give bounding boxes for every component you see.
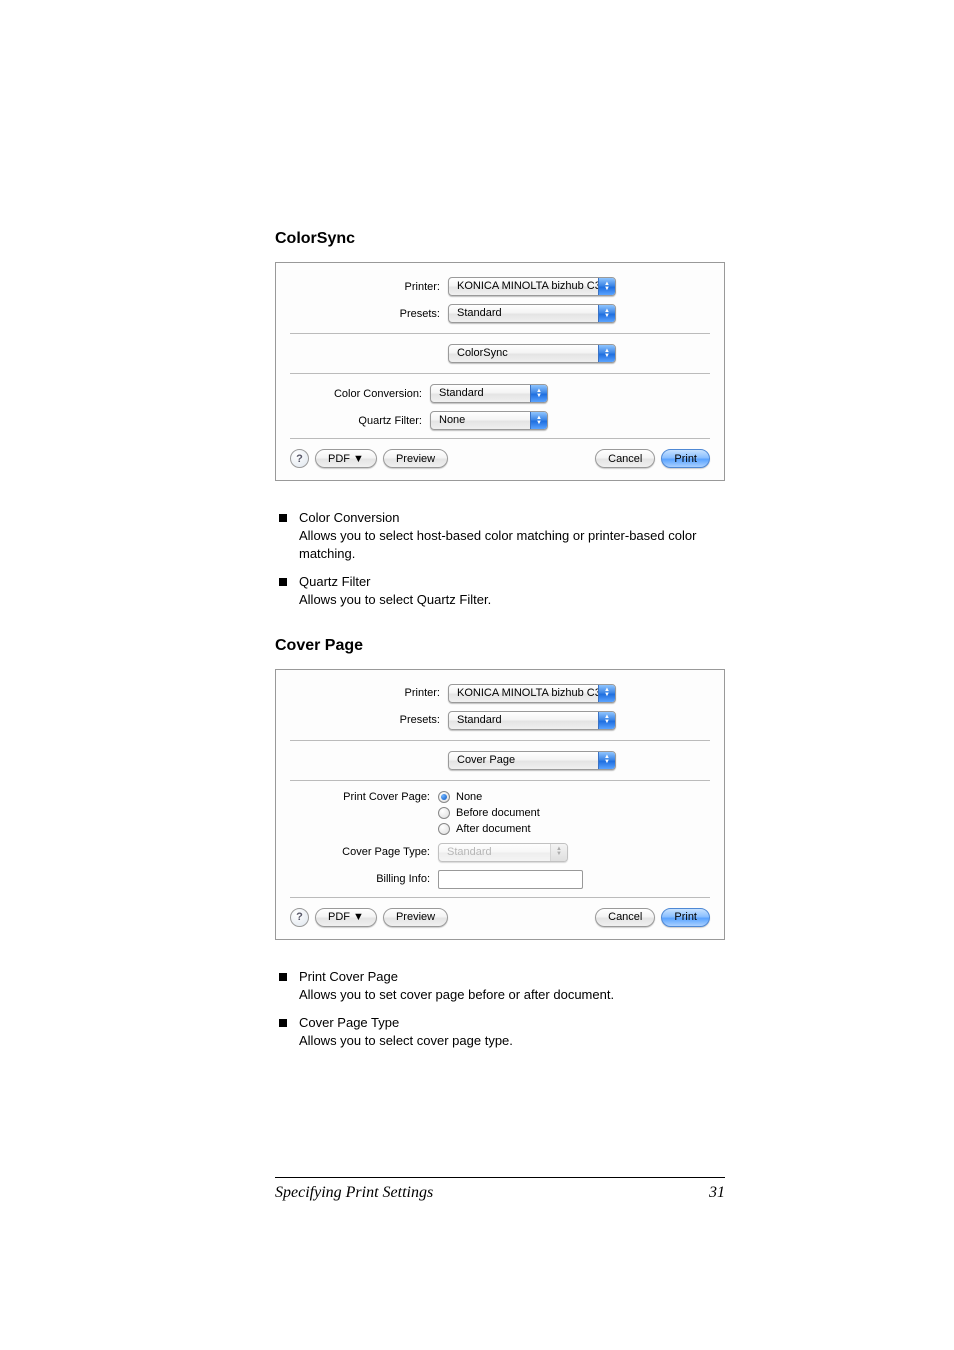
list-item: Quartz Filter Allows you to select Quart… — [279, 573, 725, 609]
billing-info-input[interactable] — [438, 870, 583, 889]
print-button[interactable]: Print — [661, 449, 710, 468]
label-quartz-filter: Quartz Filter: — [290, 415, 430, 427]
radio-before-document[interactable]: Before document — [438, 807, 540, 819]
chevron-updown-icon: ▲▼ — [530, 412, 547, 429]
quartz-filter-select[interactable]: None ▲▼ — [430, 411, 548, 430]
pane-select[interactable]: Cover Page ▲▼ — [448, 751, 616, 770]
bullet-icon — [279, 973, 287, 981]
radio-none[interactable]: None — [438, 791, 540, 803]
chevron-updown-icon: ▲▼ — [550, 844, 567, 861]
pdf-menu-button[interactable]: PDF ▼ — [315, 449, 377, 468]
print-dialog-colorsync: Printer: KONICA MINOLTA bizhub C30... ▲▼… — [275, 262, 725, 481]
chevron-updown-icon: ▲▼ — [598, 345, 615, 362]
print-dialog-coverpage: Printer: KONICA MINOLTA bizhub C30... ▲▼… — [275, 669, 725, 940]
radio-unselected-icon — [438, 823, 450, 835]
help-button[interactable]: ? — [290, 449, 309, 468]
list-item: Print Cover Page Allows you to set cover… — [279, 968, 725, 1004]
page-footer: Specifying Print Settings 31 — [275, 1177, 725, 1202]
label-presets: Presets: — [290, 308, 448, 320]
label-printer: Printer: — [290, 281, 448, 293]
presets-select[interactable]: Standard ▲▼ — [448, 304, 616, 323]
chevron-updown-icon: ▲▼ — [598, 712, 615, 729]
chevron-updown-icon: ▲▼ — [530, 385, 547, 402]
printer-select[interactable]: KONICA MINOLTA bizhub C30... ▲▼ — [448, 684, 616, 703]
label-color-conversion: Color Conversion: — [290, 388, 430, 400]
section-heading-colorsync: ColorSync — [275, 230, 725, 248]
preview-button[interactable]: Preview — [383, 908, 448, 927]
print-cover-page-radios: None Before document After document — [438, 791, 540, 835]
radio-after-document[interactable]: After document — [438, 823, 540, 835]
label-cover-page-type: Cover Page Type: — [290, 846, 438, 858]
bullet-icon — [279, 1019, 287, 1027]
cancel-button[interactable]: Cancel — [595, 449, 655, 468]
label-print-cover-page: Print Cover Page: — [290, 791, 438, 803]
printer-select[interactable]: KONICA MINOLTA bizhub C30... ▲▼ — [448, 277, 616, 296]
chevron-updown-icon: ▲▼ — [598, 685, 615, 702]
pane-select[interactable]: ColorSync ▲▼ — [448, 344, 616, 363]
radio-selected-icon — [438, 791, 450, 803]
label-presets: Presets: — [290, 714, 448, 726]
bullet-icon — [279, 578, 287, 586]
color-conversion-select[interactable]: Standard ▲▼ — [430, 384, 548, 403]
list-item: Cover Page Type Allows you to select cov… — [279, 1014, 725, 1050]
page-number: 31 — [709, 1184, 725, 1202]
list-item: Color Conversion Allows you to select ho… — [279, 509, 725, 563]
presets-select[interactable]: Standard ▲▼ — [448, 711, 616, 730]
label-printer: Printer: — [290, 687, 448, 699]
chevron-updown-icon: ▲▼ — [598, 278, 615, 295]
chevron-updown-icon: ▲▼ — [598, 305, 615, 322]
bullet-icon — [279, 514, 287, 522]
help-button[interactable]: ? — [290, 908, 309, 927]
label-billing-info: Billing Info: — [290, 873, 438, 885]
chevron-updown-icon: ▲▼ — [598, 752, 615, 769]
print-button[interactable]: Print — [661, 908, 710, 927]
section-heading-coverpage: Cover Page — [275, 637, 725, 655]
coverpage-notes: Print Cover Page Allows you to set cover… — [279, 968, 725, 1050]
cover-page-type-select[interactable]: Standard ▲▼ — [438, 843, 568, 862]
cancel-button[interactable]: Cancel — [595, 908, 655, 927]
colorsync-notes: Color Conversion Allows you to select ho… — [279, 509, 725, 609]
footer-title: Specifying Print Settings — [275, 1184, 433, 1202]
preview-button[interactable]: Preview — [383, 449, 448, 468]
radio-unselected-icon — [438, 807, 450, 819]
pdf-menu-button[interactable]: PDF ▼ — [315, 908, 377, 927]
